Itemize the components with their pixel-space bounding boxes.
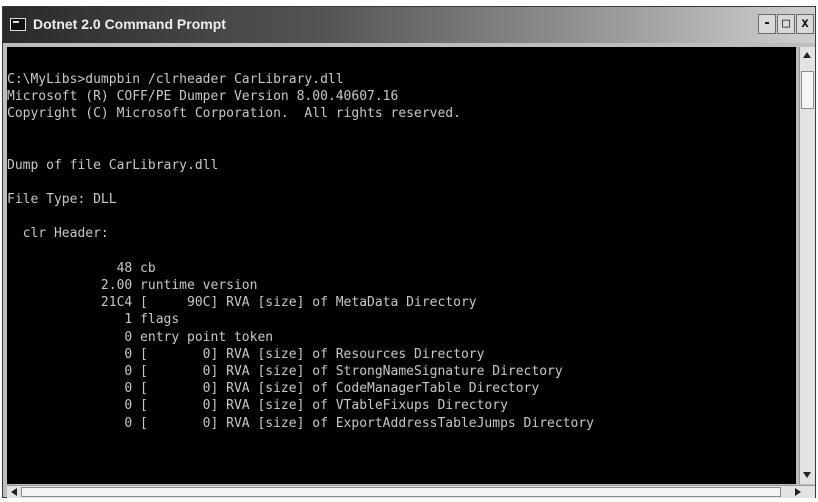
console-line: 0 [ 0] RVA [size] of StrongNameSignature…: [7, 364, 563, 379]
vertical-scrollbar[interactable]: [799, 47, 815, 484]
horizontal-scroll-thumb[interactable]: [21, 487, 781, 497]
console-line: 0 [ 0] RVA [size] of VTableFixups Direct…: [7, 398, 508, 413]
console-line: Copyright (C) Microsoft Corporation. All…: [7, 106, 461, 121]
scroll-up-arrow-icon[interactable]: [803, 52, 811, 58]
console-line: Dump of file CarLibrary.dll: [7, 158, 219, 173]
console-line: 0 [ 0] RVA [size] of Resources Directory: [7, 347, 485, 362]
console-line: 21C4 [ 90C] RVA [size] of MetaData Direc…: [7, 295, 477, 310]
console-output[interactable]: C:\MyLibs>dumpbin /clrheader CarLibrary.…: [7, 47, 796, 484]
horizontal-scrollbar[interactable]: [7, 485, 815, 498]
console-line: File Type: DLL: [7, 192, 117, 207]
vertical-scroll-thumb[interactable]: [801, 71, 814, 109]
title-bar[interactable]: Dotnet 2.0 Command Prompt - □ x: [3, 7, 815, 43]
minimize-button[interactable]: -: [758, 14, 776, 34]
maximize-button[interactable]: □: [777, 14, 795, 34]
console-line: Microsoft (R) COFF/PE Dumper Version 8.0…: [7, 89, 399, 104]
scroll-down-arrow-icon[interactable]: [803, 472, 811, 478]
console-line: C:\MyLibs>dumpbin /clrheader CarLibrary.…: [7, 72, 344, 87]
console-line: clr Header:: [7, 226, 109, 241]
window-title: Dotnet 2.0 Command Prompt: [33, 16, 226, 32]
console-line: 48 cb: [7, 261, 156, 276]
console-line: 0 [ 0] RVA [size] of CodeManagerTable Di…: [7, 381, 540, 396]
console-line: 0 [ 0] RVA [size] of ExportAddressTableJ…: [7, 416, 594, 431]
command-prompt-window[interactable]: Dotnet 2.0 Command Prompt - □ x C:\MyLib…: [2, 6, 816, 498]
console-icon: [10, 18, 26, 31]
close-button[interactable]: x: [796, 14, 814, 34]
scroll-right-arrow-icon[interactable]: [795, 488, 801, 496]
console-line: 1 flags: [7, 312, 180, 327]
console-line: 2.00 runtime version: [7, 278, 258, 293]
console-line: 0 entry point token: [7, 330, 274, 345]
scroll-left-arrow-icon[interactable]: [11, 488, 17, 496]
